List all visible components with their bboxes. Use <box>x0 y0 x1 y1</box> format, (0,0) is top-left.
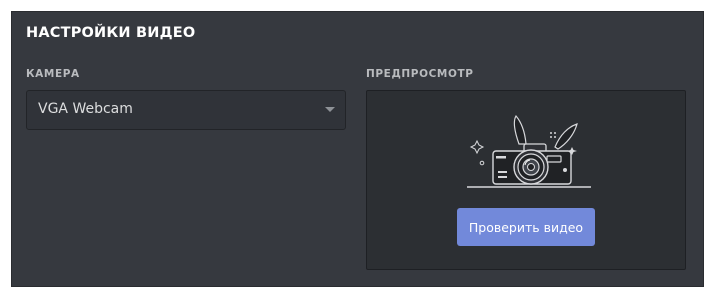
chevron-down-icon <box>325 107 335 112</box>
video-settings-panel: НАСТРОЙКИ ВИДЕО КАМЕРА ПРЕДПРОСМОТР VGA … <box>11 11 704 287</box>
camera-illustration <box>467 114 591 188</box>
video-preview: Проверить видео <box>366 90 686 270</box>
camera-select-value: VGA Webcam <box>38 101 133 117</box>
camera-select[interactable]: VGA Webcam <box>26 90 346 130</box>
section-title: НАСТРОЙКИ ВИДЕО <box>26 25 196 41</box>
preview-label: ПРЕДПРОСМОТР <box>366 68 474 80</box>
camera-label: КАМЕРА <box>26 68 80 80</box>
test-video-button[interactable]: Проверить видео <box>457 208 595 246</box>
